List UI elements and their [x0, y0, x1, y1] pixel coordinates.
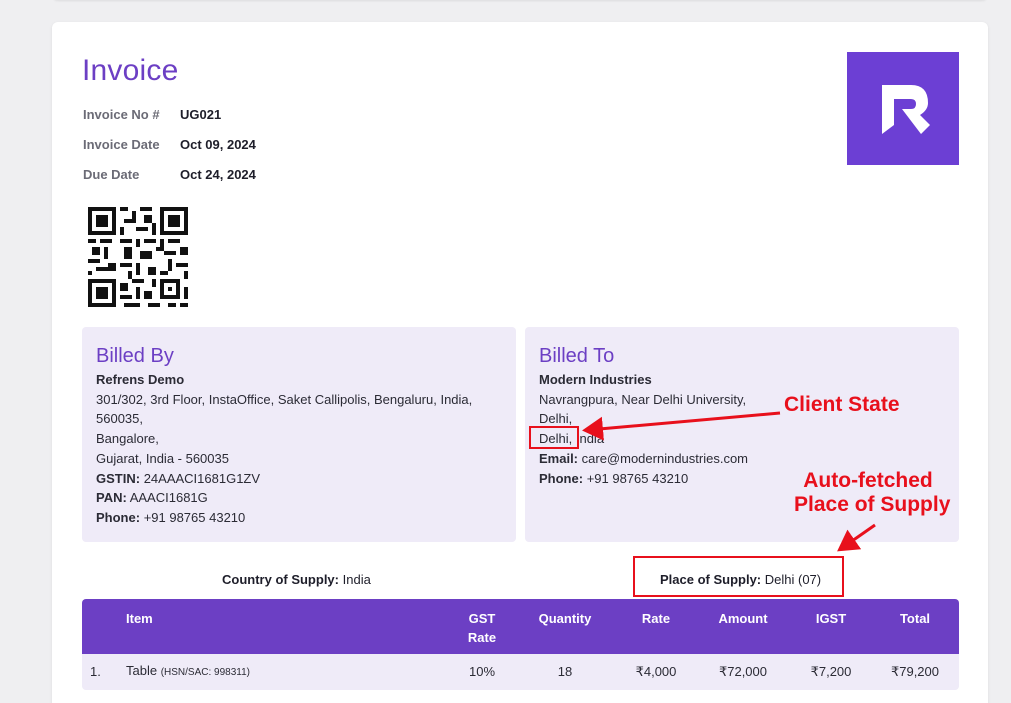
billed-by-phone-row: Phone: +91 98765 43210	[96, 508, 506, 528]
header-igst: IGST	[815, 611, 847, 626]
invoice-title: Invoice	[82, 54, 179, 87]
billed-to-email-row: Email: care@modernindustries.com	[539, 449, 949, 469]
place-of-supply-highlight	[633, 556, 844, 597]
billed-by-city: Bangalore,	[96, 431, 159, 447]
client-state-annotation: Client State	[784, 393, 900, 416]
country-of-supply: Country of Supply: India	[222, 572, 371, 587]
phone-label: Phone:	[539, 470, 584, 486]
billed-by-state: Gujarat, India - 560035	[96, 450, 229, 466]
phone-value: +91 98765 43210	[143, 509, 246, 525]
phone-value: +91 98765 43210	[586, 470, 689, 486]
refrens-logo-icon	[847, 52, 959, 165]
invoice-number-row: Invoice No # UG021	[83, 107, 221, 122]
row-item-name: Table	[126, 663, 158, 678]
due-date-value: Oct 24, 2024	[180, 167, 256, 182]
billed-by-heading: Billed By	[96, 345, 174, 367]
billed-to-heading: Billed To	[539, 345, 615, 367]
pan-value: AAACI1681G	[129, 490, 208, 506]
row-rate: ₹4,000	[635, 664, 677, 679]
due-date-row: Due Date Oct 24, 2024	[83, 167, 256, 182]
items-table-header: Item GST Rate Quantity Rate Amount IGST …	[82, 599, 959, 654]
billed-by-name: Refrens Demo	[96, 372, 185, 387]
auto-fetched-annotation-line2: Place of Supply	[794, 493, 951, 516]
header-gst-line2: Rate	[467, 630, 497, 645]
due-date-label: Due Date	[83, 167, 140, 182]
country-of-supply-value: India	[342, 572, 371, 587]
billed-by-panel: Billed By Refrens Demo 301/302, 3rd Floo…	[82, 327, 516, 542]
row-igst: ₹7,200	[810, 664, 852, 679]
billed-by-pan-row: PAN: AAACI1681G	[96, 488, 506, 508]
table-row: 1. Table (HSN/SAC: 998311) 10% 18 ₹4,000…	[82, 654, 959, 690]
billed-to-state-row: Delhi, India	[539, 429, 949, 449]
row-amount: ₹72,000	[718, 664, 768, 679]
invoice-date-row: Invoice Date Oct 09, 2024	[83, 137, 256, 152]
row-total: ₹79,200	[890, 664, 940, 679]
header-total: Total	[899, 611, 931, 626]
phone-label: Phone:	[96, 509, 141, 525]
auto-fetched-annotation-line1: Auto-fetched	[803, 469, 933, 492]
billed-by-address2: 560035,	[96, 411, 143, 427]
country-of-supply-label: Country of Supply:	[222, 572, 339, 587]
invoice-number-value: UG021	[180, 107, 222, 122]
billed-by-details: Refrens Demo 301/302, 3rd Floor, InstaOf…	[96, 370, 506, 528]
header-gst-rate: GST Rate	[462, 609, 502, 647]
gstin-value: 24AAACI1681G1ZV	[143, 470, 261, 486]
header-quantity: Quantity	[538, 611, 592, 626]
row-item: Table (HSN/SAC: 998311)	[126, 663, 250, 678]
billed-to-name: Modern Industries	[539, 372, 652, 387]
header-amount: Amount	[718, 611, 768, 626]
invoice-date-value: Oct 09, 2024	[180, 137, 256, 152]
invoice-number-label: Invoice No #	[83, 107, 160, 122]
row-index: 1.	[90, 664, 101, 679]
row-quantity: 18	[557, 664, 573, 679]
row-item-hsn: (HSN/SAC: 998311)	[160, 667, 250, 678]
row-gst: 10%	[468, 664, 496, 679]
email-value: care@modernindustries.com	[581, 450, 749, 466]
qr-code-icon	[88, 207, 188, 307]
header-rate: Rate	[641, 611, 671, 626]
gstin-label: GSTIN:	[96, 470, 141, 486]
email-label: Email:	[539, 450, 579, 466]
client-state-highlight	[529, 426, 579, 449]
pan-label: PAN:	[96, 490, 127, 506]
invoice-date-label: Invoice Date	[83, 137, 160, 152]
billed-by-address1: 301/302, 3rd Floor, InstaOffice, Saket C…	[96, 391, 473, 407]
billed-by-gstin-row: GSTIN: 24AAACI1681G1ZV	[96, 469, 506, 489]
header-gst-line1: GST	[468, 611, 496, 626]
header-item: Item	[126, 611, 153, 626]
